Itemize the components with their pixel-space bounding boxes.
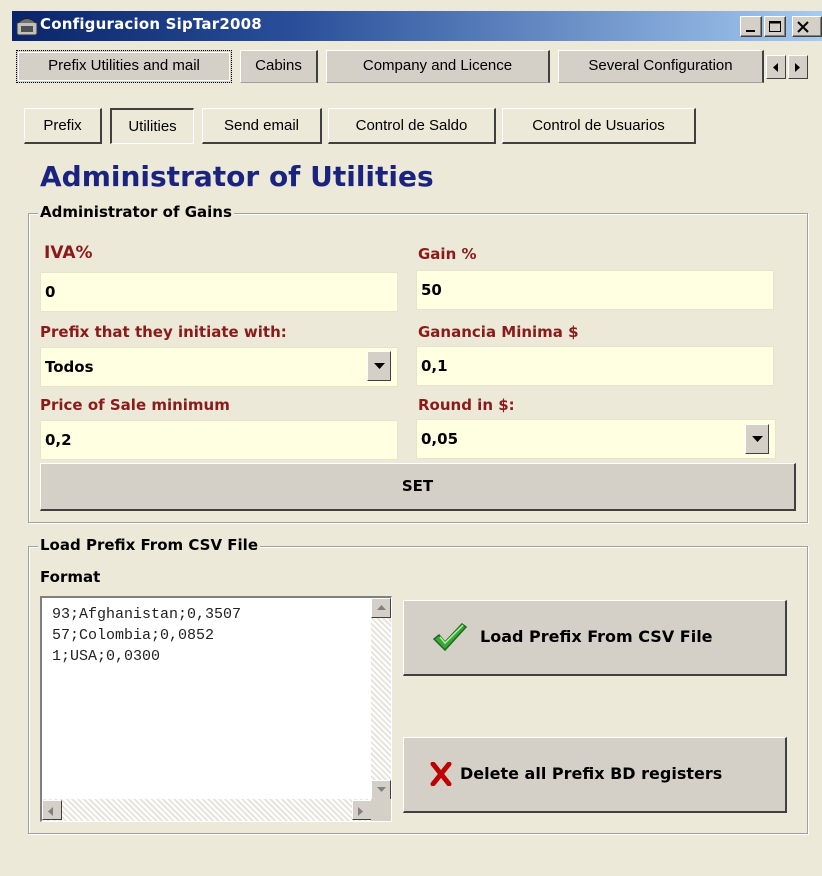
min-gain-label: Ganancia Minima $ (418, 323, 579, 341)
gains-group-title: Administrator of Gains (38, 203, 234, 221)
tab-company-and-licence[interactable]: Company and Licence (326, 50, 550, 83)
maximize-icon (769, 21, 781, 32)
minimize-button[interactable] (740, 16, 762, 37)
arrow-left-icon (48, 807, 53, 816)
iva-input[interactable]: 0 (40, 272, 398, 312)
minimize-icon (746, 30, 755, 32)
arrow-right-icon (795, 63, 800, 72)
title-bar[interactable]: Configuracion SipTar2008 (12, 11, 822, 41)
tab-prefix-utilities-and-mail[interactable]: Prefix Utilities and mail (16, 50, 232, 83)
tab-scroll-left-button[interactable] (766, 55, 786, 79)
subtab-utilities[interactable]: Utilities (110, 108, 194, 144)
scroll-down-button[interactable] (371, 780, 391, 800)
min-price-label: Price of Sale minimum (40, 396, 230, 414)
tab-scroll-right-button[interactable] (788, 55, 808, 79)
iva-label: IVA% (44, 243, 93, 263)
gain-input[interactable]: 50 (416, 270, 774, 310)
min-price-input[interactable]: 0,2 (40, 420, 398, 460)
round-dropdown-button[interactable] (745, 424, 769, 454)
round-label: Round in $: (418, 396, 515, 414)
round-select[interactable]: 0,05 (416, 419, 776, 459)
subtab-control-de-usuarios[interactable]: Control de Usuarios (502, 108, 696, 144)
subtab-prefix[interactable]: Prefix (24, 108, 102, 144)
load-prefix-csv-label: Load Prefix From CSV File (480, 627, 713, 646)
round-value: 0,05 (421, 430, 459, 448)
csv-format-line: 1;USA;0,0300 (52, 648, 161, 665)
load-prefix-csv-button[interactable]: Load Prefix From CSV File (403, 600, 787, 676)
prefix-initiate-value: Todos (45, 358, 94, 376)
prefix-dropdown-button[interactable] (367, 351, 391, 381)
arrow-right-icon (358, 807, 363, 816)
gain-label: Gain % (418, 245, 477, 263)
csv-group-title: Load Prefix From CSV File (38, 536, 260, 554)
scroll-left-button[interactable] (42, 800, 62, 820)
csv-format-textarea[interactable]: 93;Afghanistan;0,3507 57;Colombia;0,0852… (40, 596, 392, 822)
prefix-initiate-label: Prefix that they initiate with: (40, 323, 287, 341)
prefix-initiate-select[interactable]: Todos (40, 347, 398, 387)
arrow-up-icon (377, 605, 386, 610)
config-window: Configuracion SipTar2008 Prefix Utilitie… (0, 0, 822, 876)
maximize-button[interactable] (764, 16, 786, 37)
subtab-control-de-saldo[interactable]: Control de Saldo (328, 108, 496, 144)
scroll-up-button[interactable] (371, 598, 391, 618)
set-button[interactable]: SET (40, 463, 796, 511)
tab-several-configuration[interactable]: Several Configuration (558, 50, 764, 83)
scrollbar-corner (371, 799, 391, 821)
format-label: Format (40, 568, 101, 586)
delete-x-icon (430, 762, 452, 786)
chevron-down-icon (374, 363, 385, 369)
csv-format-line: 57;Colombia;0,0852 (52, 627, 215, 644)
phone-app-icon (16, 18, 38, 36)
subtab-send-email[interactable]: Send email (202, 108, 322, 144)
page-title: Administrator of Utilities (40, 160, 434, 193)
close-button[interactable] (792, 16, 822, 37)
csv-format-line: 93;Afghanistan;0,3507 (52, 606, 242, 623)
csv-format-lines: 93;Afghanistan;0,3507 57;Colombia;0,0852… (52, 604, 241, 667)
tab-cabins[interactable]: Cabins (240, 50, 318, 83)
chevron-down-icon (752, 436, 763, 442)
arrow-left-icon (773, 63, 778, 72)
vertical-scrollbar[interactable] (371, 598, 391, 800)
min-gain-input[interactable]: 0,1 (416, 346, 774, 386)
arrow-down-icon (377, 787, 386, 792)
scroll-right-button[interactable] (352, 800, 372, 820)
delete-prefix-registers-button[interactable]: Delete all Prefix BD registers (403, 737, 787, 813)
horizontal-scrollbar[interactable] (42, 799, 372, 821)
delete-prefix-registers-label: Delete all Prefix BD registers (460, 764, 723, 783)
checkmark-icon (432, 623, 468, 652)
close-icon (797, 21, 809, 33)
window-title: Configuracion SipTar2008 (40, 15, 262, 33)
